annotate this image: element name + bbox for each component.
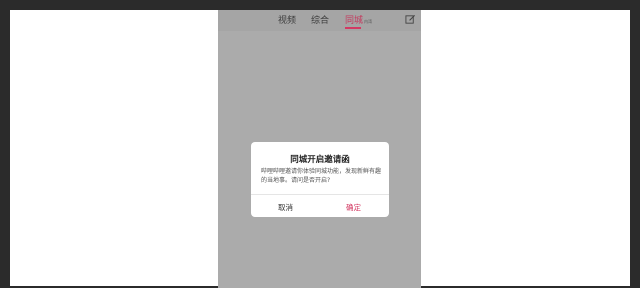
- window-frame-left: [0, 0, 10, 288]
- dialog-title: 同城开启邀请函: [290, 155, 350, 165]
- dialog-message: 哔哩哔哩邀请你体验同城功能，发现新鲜有趣的当地事。请问是否开启?: [261, 168, 382, 184]
- dialog-divider: [251, 194, 389, 195]
- window-frame-right: [630, 0, 640, 288]
- phone-screen: 视频 综合 同城内湾 同城开启邀请函 哔哩哔哩邀请你体验同城功能，发现新鲜有趣的…: [218, 10, 421, 288]
- top-tab-bar: 视频 综合 同城内湾: [218, 10, 421, 31]
- tab-video[interactable]: 视频: [278, 13, 296, 26]
- active-tab-indicator: [345, 27, 361, 29]
- tab-local-label: 同城: [345, 16, 364, 26]
- tab-local[interactable]: 同城内湾: [345, 13, 372, 26]
- edit-icon[interactable]: [405, 14, 416, 25]
- tab-all[interactable]: 综合: [311, 13, 329, 26]
- window-frame-top: [0, 0, 640, 10]
- invite-dialog: 同城开启邀请函 哔哩哔哩邀请你体验同城功能，发现新鲜有趣的当地事。请问是否开启?…: [251, 142, 389, 217]
- confirm-button[interactable]: 确定: [346, 202, 361, 213]
- cancel-button[interactable]: 取消: [278, 202, 293, 213]
- tab-local-location: 内湾: [364, 19, 373, 24]
